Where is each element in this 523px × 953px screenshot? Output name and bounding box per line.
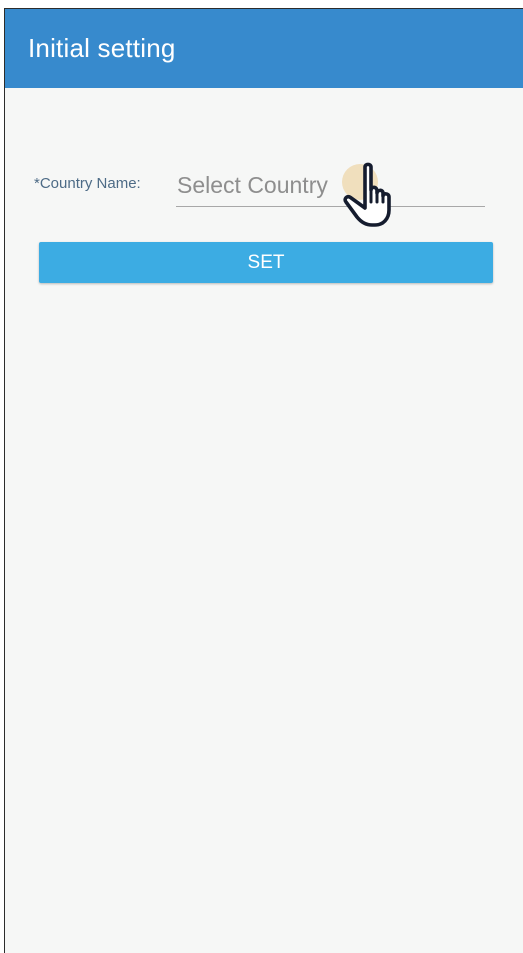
- page-title: Initial setting: [28, 33, 176, 63]
- hand-pointer-icon: [343, 162, 391, 227]
- app-bar: Initial setting: [5, 9, 523, 88]
- app-screen: Initial setting *Country Name: Select Co…: [4, 8, 523, 953]
- country-placeholder: Select Country: [177, 172, 328, 198]
- country-name-label: *Country Name:: [34, 175, 141, 192]
- country-select-field[interactable]: Select Country: [176, 167, 485, 207]
- set-button[interactable]: SET: [39, 242, 493, 283]
